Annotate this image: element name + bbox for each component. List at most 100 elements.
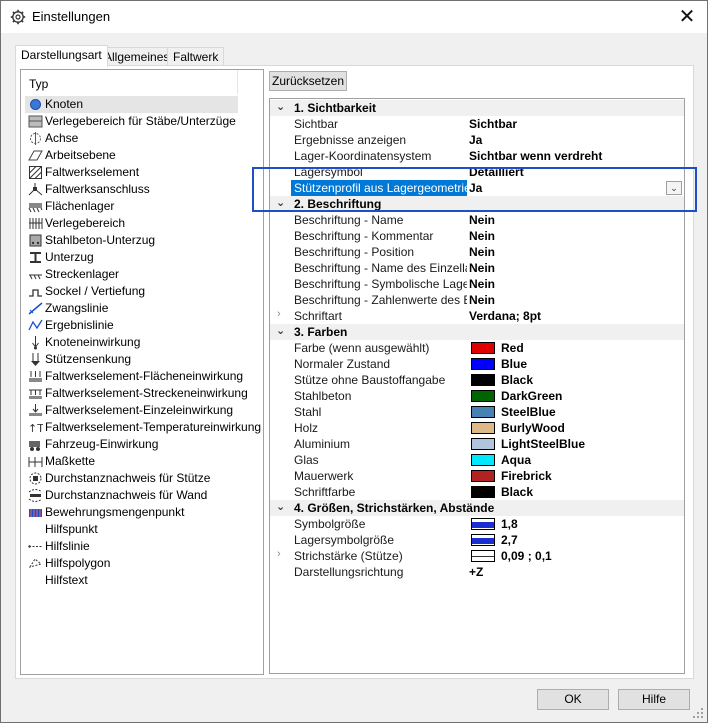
property-value[interactable]: Nein	[469, 276, 683, 292]
type-list-item[interactable]: Zwangslinie	[25, 300, 238, 317]
property-row[interactable]: Stützenprofil aus Lagergeometrie zeichne…	[270, 180, 684, 196]
type-list-item[interactable]: Faltwerkselement-Streckeneinwirkung	[25, 385, 248, 402]
property-value[interactable]: Ja	[469, 132, 683, 148]
property-row[interactable]: › Schriftart Verdana; 8pt	[270, 308, 684, 324]
property-value[interactable]: 2,7	[469, 532, 683, 548]
property-row[interactable]: Beschriftung - Kommentar Nein	[270, 228, 684, 244]
chevron-down-icon[interactable]: ⌄	[276, 324, 285, 337]
property-row[interactable]: Stahlbeton DarkGreen	[270, 388, 684, 404]
type-list-item[interactable]: Flächenlager	[25, 198, 238, 215]
chevron-right-icon[interactable]: ›	[277, 308, 281, 320]
property-value[interactable]: SteelBlue	[469, 404, 683, 420]
chevron-down-icon[interactable]: ⌄	[276, 500, 285, 513]
type-list-item[interactable]: Durchstanznachweis für Stütze	[25, 470, 238, 487]
dropdown-button[interactable]: ⌄	[666, 181, 682, 195]
property-row[interactable]: Lagersymbol Detailliert	[270, 164, 684, 180]
property-value[interactable]: 0,09 ; 0,1	[469, 548, 683, 564]
property-row[interactable]: Normaler Zustand Blue	[270, 356, 684, 372]
property-value[interactable]: Sichtbar wenn verdreht	[469, 148, 683, 164]
property-row[interactable]: Schriftfarbe Black	[270, 484, 684, 500]
category-row[interactable]: ⌄ 2. Beschriftung	[270, 196, 684, 212]
property-row[interactable]: Ergebnisse anzeigen Ja	[270, 132, 684, 148]
property-value[interactable]: Red	[469, 340, 683, 356]
tab-faltwerk[interactable]: Faltwerk	[167, 47, 225, 67]
type-list-item[interactable]: Faltwerkselement-Einzeleinwirkung	[25, 402, 238, 419]
property-row[interactable]: Beschriftung - Symbolische LagerwerteNei…	[270, 276, 684, 292]
property-row[interactable]: Mauerwerk Firebrick	[270, 468, 684, 484]
property-row[interactable]: Lager-Koordinatensystem Sichtbar wenn ver…	[270, 148, 684, 164]
close-button[interactable]: ✕	[667, 1, 707, 33]
property-row[interactable]: › Strichstärke (Stütze) 0,09 ; 0,1	[270, 548, 684, 564]
category-row[interactable]: ⌄ 1. Sichtbarkeit	[270, 100, 684, 116]
property-value[interactable]: BurlyWood	[469, 420, 683, 436]
type-list-item[interactable]: Hilfstext	[25, 572, 238, 589]
property-row[interactable]: Holz BurlyWood	[270, 420, 684, 436]
type-list-item[interactable]: ↑T Faltwerkselement-Temperatureinwirkung	[25, 419, 261, 436]
property-row[interactable]: Aluminium LightSteelBlue	[270, 436, 684, 452]
help-button[interactable]: Hilfe	[618, 689, 690, 710]
type-list-item[interactable]: Unterzug	[25, 249, 238, 266]
tab-allgemeines[interactable]: Allgemeines	[98, 47, 176, 67]
property-value[interactable]: Nein	[469, 292, 683, 308]
property-value[interactable]: Sichtbar	[469, 116, 683, 132]
property-value[interactable]: Black	[469, 372, 683, 388]
type-list-item[interactable]: Knoteneinwirkung	[25, 334, 238, 351]
chevron-down-icon[interactable]: ⌄	[276, 100, 285, 113]
property-row[interactable]: Beschriftung - Position Nein	[270, 244, 684, 260]
property-value[interactable]: Nein	[469, 228, 683, 244]
property-value[interactable]: Detailliert	[469, 164, 683, 180]
type-list-item[interactable]: Stahlbeton-Unterzug	[25, 232, 238, 249]
property-value[interactable]: Aqua	[469, 452, 683, 468]
type-list-item[interactable]: Hilfspolygon	[25, 555, 238, 572]
type-list-item[interactable]: Hilfslinie	[25, 538, 238, 555]
type-list-item[interactable]: Faltwerkselement	[25, 164, 238, 181]
property-row[interactable]: Darstellungsrichtung +Z	[270, 564, 684, 580]
property-value[interactable]: 1,8	[469, 516, 683, 532]
type-list-item[interactable]: Knoten	[25, 96, 238, 113]
type-list-item[interactable]: Faltwerksanschluss	[25, 181, 238, 198]
resize-grip-icon[interactable]	[693, 708, 703, 718]
property-row[interactable]: Stahl SteelBlue	[270, 404, 684, 420]
type-list-item[interactable]: Ergebnislinie	[25, 317, 238, 334]
chevron-right-icon[interactable]: ›	[277, 548, 281, 560]
property-value[interactable]: +Z	[469, 564, 683, 580]
type-list-item[interactable]: Maßkette	[25, 453, 238, 470]
ok-button[interactable]: OK	[537, 689, 609, 710]
type-list-item[interactable]: Hilfspunkt	[25, 521, 238, 538]
type-list-item[interactable]: Verlegebereich	[25, 215, 238, 232]
category-row[interactable]: ⌄ 4. Größen, Strichstärken, Abstände	[270, 500, 684, 516]
type-list-item[interactable]: Fahrzeug-Einwirkung	[25, 436, 238, 453]
property-row[interactable]: Stütze ohne Baustoffangabe Black	[270, 372, 684, 388]
property-row[interactable]: Symbolgröße 1,8	[270, 516, 684, 532]
property-value[interactable]: Nein	[469, 260, 683, 276]
property-row[interactable]: Lagersymbolgröße 2,7	[270, 532, 684, 548]
property-value[interactable]: Verdana; 8pt	[469, 308, 683, 324]
reset-button[interactable]: Zurücksetzen	[269, 71, 347, 91]
tab-darstellungsart[interactable]: Darstellungsart	[15, 45, 108, 67]
type-list-item[interactable]: Achse	[25, 130, 238, 147]
property-value[interactable]: Firebrick	[469, 468, 683, 484]
property-value[interactable]: Black	[469, 484, 683, 500]
type-list-item[interactable]: Bewehrungsmengenpunkt	[25, 504, 238, 521]
property-grid[interactable]: ⌄ 1. Sichtbarkeit Sichtbar Sichtbar Ergebnis…	[269, 98, 685, 674]
property-row[interactable]: Sichtbar Sichtbar	[270, 116, 684, 132]
property-value[interactable]: DarkGreen	[469, 388, 683, 404]
property-value[interactable]: Nein	[469, 212, 683, 228]
type-list-item[interactable]: Sockel / Vertiefung	[25, 283, 238, 300]
property-row[interactable]: Beschriftung - Zahlenwerte des Einzellag…	[270, 292, 684, 308]
property-row[interactable]: Farbe (wenn ausgewählt) Red	[270, 340, 684, 356]
property-row[interactable]: Glas Aqua	[270, 452, 684, 468]
property-row[interactable]: Beschriftung - Name Nein	[270, 212, 684, 228]
property-value[interactable]: Blue	[469, 356, 683, 372]
property-value[interactable]: Ja	[469, 180, 683, 196]
type-list-item[interactable]: Stützensenkung	[25, 351, 238, 368]
property-row[interactable]: Beschriftung - Name des EinzellagersNein	[270, 260, 684, 276]
property-value[interactable]: LightSteelBlue	[469, 436, 683, 452]
type-list-item[interactable]: Verlegebereich für Stäbe/Unterzüge	[25, 113, 238, 130]
category-row[interactable]: ⌄ 3. Farben	[270, 324, 684, 340]
type-list[interactable]: Typ Knoten Verlegebereich für Stäbe/Unter…	[20, 69, 264, 675]
type-list-item[interactable]: Arbeitsebene	[25, 147, 238, 164]
chevron-down-icon[interactable]: ⌄	[276, 196, 285, 209]
type-list-item[interactable]: Streckenlager	[25, 266, 238, 283]
type-list-item[interactable]: Durchstanznachweis für Wand	[25, 487, 238, 504]
